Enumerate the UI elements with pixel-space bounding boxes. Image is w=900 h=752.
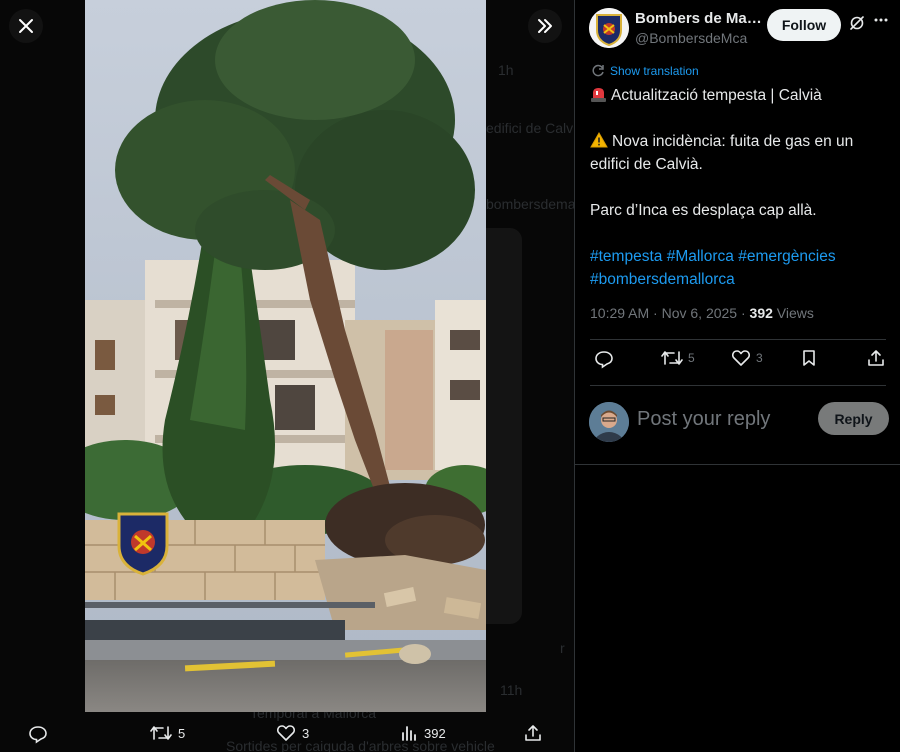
reply-submit-button[interactable]: Reply <box>818 402 889 435</box>
divider <box>575 464 900 465</box>
tweet-hashtags: #tempesta #Mallorca #emergències #bomber… <box>590 245 890 291</box>
collapse-panel-button[interactable] <box>528 9 562 43</box>
close-icon <box>19 19 33 33</box>
retweet-icon <box>150 726 172 740</box>
author-handle[interactable]: @BombersdeMca <box>635 30 747 46</box>
share-icon <box>525 725 541 741</box>
bookmark-button[interactable] <box>801 349 817 367</box>
background-text: 1h <box>498 62 514 78</box>
grok-icon <box>850 16 864 30</box>
bombers-logo <box>589 8 629 48</box>
viewer-retweet-count: 5 <box>178 725 186 741</box>
viewer-views-button[interactable]: 392 <box>400 724 446 742</box>
close-button[interactable] <box>9 9 43 43</box>
retweet-button[interactable]: 5 <box>661 349 695 367</box>
divider <box>590 385 886 386</box>
author-name[interactable]: Bombers de Mallorca <box>635 10 763 27</box>
more-options-button[interactable] <box>873 12 889 33</box>
reply-button[interactable] <box>594 349 614 369</box>
hashtag-link[interactable]: #emergències <box>738 248 835 265</box>
background-text: r <box>560 640 565 656</box>
tweet-views-count: 392 <box>749 305 773 321</box>
double-chevron-right-icon <box>538 19 552 33</box>
bookmark-icon <box>803 350 815 366</box>
show-translation-label: Show translation <box>610 64 699 78</box>
retweet-icon <box>661 351 683 365</box>
tweet-timestamp[interactable]: 10:29 AM · Nov 6, 2025 · <box>590 305 750 321</box>
tweet-photo[interactable] <box>85 0 486 712</box>
share-button[interactable] <box>867 349 885 367</box>
tweet-line-2: Nova incidència: fuita de gas en un edif… <box>590 132 854 173</box>
user-avatar[interactable] <box>589 402 629 442</box>
author-avatar[interactable] <box>589 8 629 48</box>
show-translation-link[interactable]: Show translation <box>591 64 699 78</box>
tweet-views-label: Views <box>772 305 814 321</box>
viewer-like-count: 3 <box>302 725 310 741</box>
media-viewer: 1h edifici de Calvià bombersdema r 11h T… <box>0 0 574 752</box>
reply-composer: Post your reply Reply <box>575 398 900 448</box>
heart-icon <box>276 725 296 741</box>
retweet-count: 5 <box>688 351 695 365</box>
views-chart-icon <box>402 726 416 741</box>
grok-button[interactable] <box>849 15 865 36</box>
like-count: 3 <box>756 351 763 365</box>
tweet-line-1: Actualització tempesta | Calvià <box>590 84 890 107</box>
viewer-retweet-button[interactable]: 5 <box>150 724 185 742</box>
viewer-reply-button[interactable] <box>28 724 48 744</box>
viewer-like-button[interactable]: 3 <box>276 724 309 742</box>
divider <box>590 339 886 340</box>
photo-illustration <box>85 0 486 712</box>
hashtag-link[interactable]: #tempesta <box>590 248 662 265</box>
tweet-action-bar: 5 3 <box>590 349 886 375</box>
share-icon <box>868 350 884 366</box>
tweet-meta: 10:29 AM · Nov 6, 2025 · 392 Views <box>590 305 814 321</box>
warning-icon <box>590 132 608 148</box>
user-avatar-image <box>589 402 629 442</box>
reply-icon <box>29 726 47 744</box>
background-text: bombersdema <box>486 196 574 212</box>
background-text: edifici de Calvià <box>486 120 574 136</box>
like-button[interactable]: 3 <box>731 349 763 367</box>
tweet-header: Bombers de Mallorca @BombersdeMca Follow <box>575 0 900 60</box>
tweet-text: Actualització tempesta | Calvià Nova inc… <box>590 84 890 314</box>
police-light-icon <box>591 88 606 102</box>
translate-icon <box>592 64 604 77</box>
viewer-action-bar: 5 3 392 <box>0 718 574 752</box>
reply-input[interactable]: Post your reply <box>637 408 770 431</box>
hashtag-link[interactable]: #bombersdemallorca <box>590 271 735 288</box>
follow-button[interactable]: Follow <box>767 9 841 41</box>
background-text: 11h <box>500 682 523 698</box>
viewer-share-button[interactable] <box>524 724 542 742</box>
heart-icon <box>731 350 751 366</box>
hashtag-link[interactable]: #Mallorca <box>667 248 734 265</box>
tweet-detail-pane: Bombers de Mallorca @BombersdeMca Follow… <box>575 0 900 752</box>
reply-icon <box>595 351 613 369</box>
tweet-line-3: Parc d’Inca es desplaça cap allà. <box>590 202 817 219</box>
viewer-views-count: 392 <box>424 725 446 741</box>
more-dots-icon <box>874 18 888 22</box>
